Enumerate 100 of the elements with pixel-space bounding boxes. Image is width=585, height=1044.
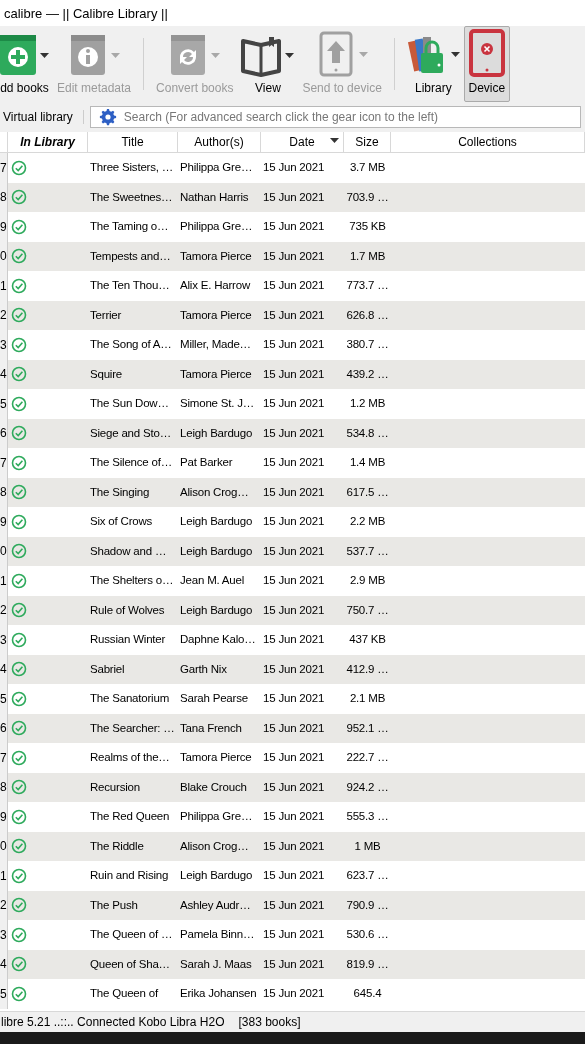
table-cell-text: 15 Jun 2021	[262, 337, 326, 353]
toolbar-button[interactable]: View	[237, 26, 299, 102]
table-cell-text: 790.9 …	[345, 897, 390, 913]
table-cell-text: 924.2 …	[345, 779, 390, 795]
table-cell-text: Shadow and …	[89, 543, 168, 559]
table-cell-text: Simone St. J…	[179, 396, 256, 412]
table-cell-text: 15 Jun 2021	[262, 248, 326, 264]
virtual-library-button[interactable]: Virtual library	[0, 110, 84, 124]
row-number: 9	[0, 507, 8, 537]
row-number: 2	[0, 595, 8, 625]
table-cell-text: The Silence of…	[89, 455, 173, 471]
table-cell-text: Philippa Gre…	[179, 809, 254, 825]
row-number: 4	[0, 949, 8, 979]
row-number: 6	[0, 713, 8, 743]
table-cell-text: Siege and Sto…	[89, 425, 172, 441]
table-cell-text: 412.9 …	[345, 661, 390, 677]
table-cell-text: Ruin and Rising	[89, 868, 170, 884]
table-cell-text: 2.2 MB	[348, 514, 387, 530]
table-cell-text: The Sweetnes…	[89, 189, 174, 205]
table-cell-text: 2.9 MB	[348, 573, 387, 589]
column-header[interactable]: Size	[344, 132, 391, 152]
row-number: 1	[0, 271, 8, 301]
table-cell-text: 15 Jun 2021	[262, 366, 326, 382]
table-cell-text: Realms of the…	[89, 750, 171, 766]
table-cell-text: Three Sisters, …	[89, 160, 175, 176]
table-cell-text: 537.7 …	[345, 543, 390, 559]
row-number: 3	[0, 920, 8, 950]
column-header[interactable]: Collections	[391, 132, 585, 152]
toolbar-button[interactable]: dd books	[0, 26, 53, 102]
table-cell-text: 750.7 …	[345, 602, 390, 618]
table-cell-text: Rule of Wolves	[89, 602, 166, 618]
table-cell-text: Squire	[89, 366, 124, 382]
table-cell-text: Philippa Gre…	[179, 160, 254, 176]
table-cell-text: Miller, Made…	[179, 337, 252, 353]
table-cell-text: 3.7 MB	[348, 160, 387, 176]
table-cell-text: Pamela Binn…	[179, 927, 256, 943]
row-number: 5	[0, 684, 8, 714]
table-cell-text: 15 Jun 2021	[262, 632, 326, 648]
column-header[interactable]: Title	[88, 132, 178, 152]
table-cell-text: 15 Jun 2021	[262, 602, 326, 618]
row-number: 3	[0, 330, 8, 360]
table-cell-text: The Queen of …	[89, 927, 174, 943]
table-cell-text: The Riddle	[89, 838, 145, 854]
table-cell-text: The Queen of	[89, 986, 160, 1002]
table-cell-text: 15 Jun 2021	[262, 927, 326, 943]
row-number: 7	[0, 743, 8, 773]
table-cell-text: Pat Barker	[179, 455, 234, 471]
table-cell-text: 15 Jun 2021	[262, 573, 326, 589]
book-count: [383 books]	[238, 1015, 301, 1029]
table-cell-text: 439.2 …	[345, 366, 390, 382]
row-number: 0	[0, 241, 8, 271]
table-cell-text: Alison Crog…	[179, 484, 250, 500]
table-cell-text: Blake Crouch	[179, 779, 248, 795]
table-cell-text: 1 MB	[353, 838, 382, 854]
row-number: 0	[0, 831, 8, 861]
table-cell-text: Tamora Pierce	[179, 366, 253, 382]
table-cell-text: Ashley Audr…	[179, 897, 252, 913]
table-cell-text: 626.8 …	[345, 307, 390, 323]
table-cell-text: The Ten Thou…	[89, 278, 171, 294]
table-cell-text: The Song of A…	[89, 337, 173, 353]
search-field[interactable]: Search (For advanced search click the gear icon to the left)	[89, 106, 581, 128]
table-cell-text: The Searcher: …	[89, 720, 176, 736]
table-cell-text: 15 Jun 2021	[262, 219, 326, 235]
row-number: 3	[0, 625, 8, 655]
table-cell-text: 773.7 …	[345, 278, 390, 294]
toolbar-button[interactable]: Library	[402, 26, 464, 102]
book-sync-icon	[169, 33, 208, 77]
column-header[interactable]: Date	[261, 132, 344, 152]
row-number: 0	[0, 536, 8, 566]
table-cell-text: Six of Crows	[89, 514, 154, 530]
toolbar-button[interactable]: Device	[463, 26, 510, 102]
row-number: 6	[0, 418, 8, 448]
tablet-error-icon	[467, 29, 506, 77]
window-title: calibre — || Calibre Library ||	[4, 5, 168, 21]
table-cell-text: 1.4 MB	[348, 455, 387, 471]
table-cell-text: 534.8 …	[345, 425, 390, 441]
column-header[interactable]: In Library	[8, 132, 88, 152]
row-number: 7	[0, 448, 8, 478]
book-info-icon	[68, 33, 107, 77]
table-cell-text: Sabriel	[89, 661, 126, 677]
table-cell-text: 15 Jun 2021	[262, 425, 326, 441]
column-header[interactable]: Author(s)	[178, 132, 261, 152]
table-cell-text: 437 KB	[348, 632, 387, 648]
table-cell-text: 15 Jun 2021	[262, 897, 326, 913]
table-cell-text: 222.7 …	[345, 750, 390, 766]
table-cell-text: Jean M. Auel	[179, 573, 246, 589]
table-cell-text: Leigh Bardugo	[179, 514, 254, 530]
table-cell-text: Tamora Pierce	[179, 750, 253, 766]
table-cell-text: 15 Jun 2021	[262, 514, 326, 530]
table-cell-text: Terrier	[89, 307, 123, 323]
table-cell-text: Nathan Harris	[179, 189, 250, 205]
row-number: 7	[0, 153, 8, 183]
table-cell-text: 819.9 …	[345, 956, 390, 972]
table-cell-text: 15 Jun 2021	[262, 160, 326, 176]
table-cell-text: 15 Jun 2021	[262, 278, 326, 294]
table-cell-text: Daphne Kalo…	[179, 632, 257, 648]
row-number: 4	[0, 359, 8, 389]
table-cell-text: 15 Jun 2021	[262, 484, 326, 500]
row-number: 4	[0, 654, 8, 684]
table-cell-text: Queen of Sha…	[89, 956, 171, 972]
